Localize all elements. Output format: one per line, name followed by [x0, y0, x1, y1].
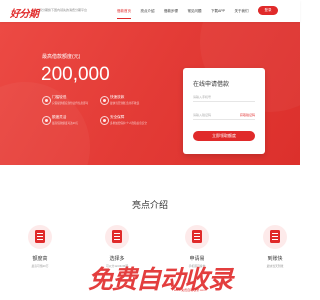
feature-item: 门槛较低 只需提供相应身份证件信息即可: [42, 95, 100, 115]
highlight-item: 到账快 最快当天到账: [255, 225, 295, 268]
logo[interactable]: 好分期: [10, 5, 39, 20]
form-icon: [192, 230, 202, 243]
document-icon: [35, 230, 45, 243]
feature-title: 额度灵活: [52, 115, 67, 119]
highlights-title: 亮点介绍: [131, 200, 168, 210]
login-button[interactable]: 登录: [258, 6, 278, 15]
user-card-icon: [270, 230, 280, 243]
feature-item: 额度灵活 最高借款额度可达20万: [42, 115, 100, 135]
max-amount-label: 最高借款额度(元): [42, 54, 81, 60]
highlight-icon-circle: [28, 225, 52, 249]
header: 好分期 好分期旗下国内领先的消费分期平台 借款首页 亮点介绍 借款步骤 常见问题…: [0, 0, 300, 22]
phone-field[interactable]: 请输入手机号: [193, 95, 255, 102]
watermark-url: www.免费自动收录.com: [174, 288, 206, 292]
nav-item-home[interactable]: 借款首页: [117, 0, 131, 22]
shield-icon: [100, 116, 109, 125]
get-code-link[interactable]: 获取验证码: [240, 113, 255, 117]
nav-item-about[interactable]: 关于我们: [235, 0, 249, 22]
feature-desc: 最快当天到账,急用不耽误: [110, 101, 140, 105]
feature-title: 安全保障: [110, 115, 125, 119]
highlight-desc: 最快当天到账: [266, 264, 284, 268]
list-icon: [112, 230, 122, 243]
highlight-desc: 最高可借20万: [31, 264, 49, 268]
phone-placeholder: 请输入手机号: [193, 95, 212, 99]
nav-item-download[interactable]: 下载APP: [211, 0, 225, 22]
apply-card-title: 在线申请借款: [193, 82, 230, 88]
nav-item-steps[interactable]: 借款步骤: [164, 0, 178, 22]
tagline: 好分期旗下国内领先的消费分期平台: [39, 8, 88, 12]
max-amount-value: 200,000: [41, 64, 110, 85]
clock-icon: [100, 96, 109, 105]
code-placeholder: 请输入验证码: [193, 113, 212, 117]
wallet-icon: [42, 116, 51, 125]
highlight-icon-circle: [105, 225, 129, 249]
nav-item-faq[interactable]: 常见问题: [188, 0, 202, 22]
feature-desc: 只需提供相应身份证件信息即可: [52, 101, 89, 105]
highlight-item: 额度高 最高可借20万: [20, 225, 60, 268]
watermark-overlay: 免费自动收录: [88, 266, 233, 294]
feature-desc: 最高借款额度可达20万: [52, 121, 79, 125]
feature-item: 安全保障 多重加密保护,个人隐私信息安全: [100, 115, 158, 135]
highlight-label: 到账快: [267, 256, 283, 262]
code-field[interactable]: 请输入验证码 获取验证码: [193, 113, 255, 120]
main-nav: 借款首页 亮点介绍 借款步骤 常见问题 下载APP 关于我们 新闻资讯: [117, 0, 282, 22]
apply-card: 在线申请借款 请输入手机号 请输入验证码 获取验证码 立即领取额度: [183, 68, 265, 154]
feature-title: 快速放款: [110, 95, 125, 99]
highlight-icon-circle: [263, 225, 287, 249]
check-icon: [42, 96, 51, 105]
feature-item: 快速放款 最快当天到账,急用不耽误: [100, 95, 158, 115]
hero-banner: 最高借款额度(元) 200,000 门槛较低 只需提供相应身份证件信息即可 快速…: [0, 22, 300, 165]
feature-title: 门槛较低: [52, 95, 67, 99]
highlight-icon-circle: [185, 225, 209, 249]
nav-item-highlights[interactable]: 亮点介绍: [141, 0, 155, 22]
apply-button[interactable]: 立即领取额度: [193, 131, 255, 141]
highlight-label: 额度高: [32, 256, 48, 262]
feature-desc: 多重加密保护,个人隐私信息安全: [110, 121, 148, 125]
